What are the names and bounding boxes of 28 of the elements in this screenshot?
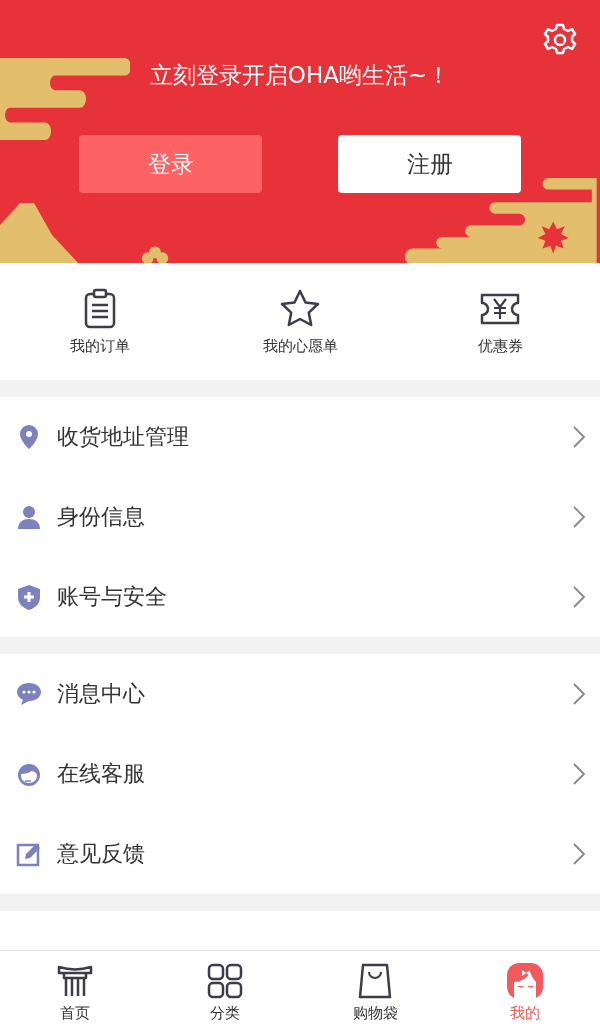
menu-item[interactable]: 消息中心 (0, 654, 600, 734)
shield-icon (16, 584, 42, 610)
menu-item[interactable]: 在线客服 (0, 734, 600, 814)
chevron-right-icon (572, 585, 586, 609)
shopping-bag-icon (356, 961, 394, 1000)
chevron-right-icon (572, 682, 586, 706)
chevron-right-icon (572, 425, 586, 449)
chat-bubble-icon (16, 681, 42, 707)
tab[interactable]: 分类 (170, 951, 280, 1033)
shortcut-link[interactable]: 优惠券 (477, 337, 523, 356)
slogan-text: 立刻登录开启OHA哟生活~！ (149, 61, 451, 90)
menu-item[interactable]: 身份信息 (0, 477, 600, 557)
grid-icon (206, 961, 244, 1000)
register-button[interactable]: 注册 (338, 135, 521, 193)
shortcut-link[interactable]: 我的心愿单 (262, 337, 338, 356)
edit-icon (16, 841, 42, 867)
menu-item[interactable]: 意见反馈 (0, 814, 600, 894)
menu-item[interactable]: 账号与安全 (0, 557, 600, 637)
chevron-right-icon (572, 842, 586, 866)
chevron-right-icon (572, 762, 586, 786)
doll-face-icon (506, 961, 544, 1000)
chevron-right-icon (572, 505, 586, 529)
shortcut-link[interactable]: 我的订单 (70, 337, 130, 356)
agent-icon (16, 761, 42, 787)
tab[interactable]: 首页 (20, 951, 130, 1033)
menu-item[interactable]: 收货地址管理 (0, 397, 600, 477)
person-icon (16, 504, 42, 530)
tab[interactable]: 购物袋 (320, 951, 430, 1033)
